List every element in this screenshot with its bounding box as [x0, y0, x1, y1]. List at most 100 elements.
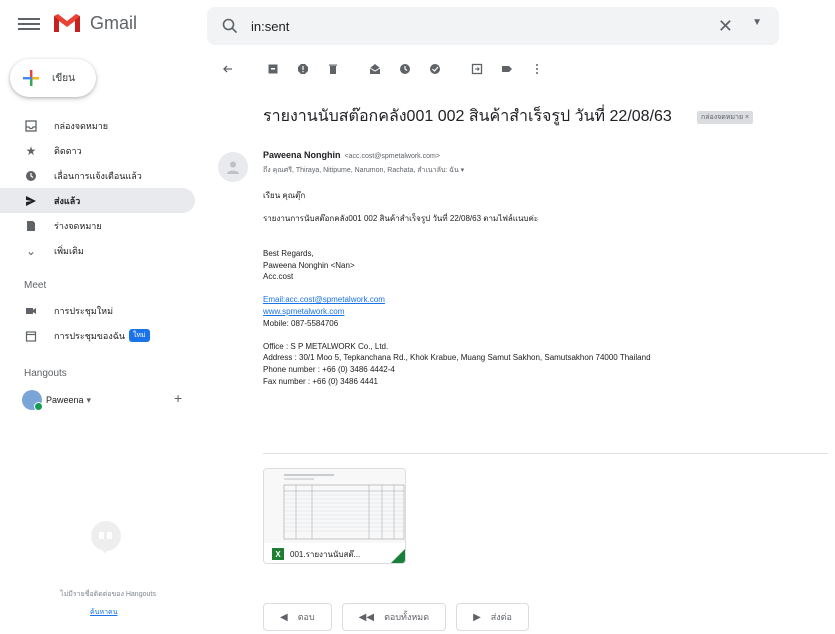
search-bar[interactable]: ✕ ▼ [207, 7, 779, 45]
meet-new-meeting[interactable]: การประชุมใหม่ [0, 298, 195, 323]
inbox-label-chip[interactable]: กล่องจดหมาย × [697, 111, 754, 124]
website-link[interactable]: www.spmetalwork.com [263, 307, 344, 316]
reply-all-label: ตอบทั้งหมด [384, 612, 430, 622]
meet-nav: การประชุมใหม่ การประชุมของฉัน ใหม่ [0, 298, 195, 348]
search-options-icon[interactable]: ▼ [752, 17, 762, 28]
sidebar-item-drafts[interactable]: ร่างจดหมาย [0, 213, 195, 238]
archive-icon[interactable] [265, 61, 281, 77]
sender-name: Paweena Nonghin [263, 150, 341, 160]
body-line [263, 236, 651, 248]
avatar [22, 390, 43, 411]
message-subject: รายงานนับสต๊อกคลัง001 002 สินค้าสำเร็จรู… [263, 108, 672, 125]
sender-avatar[interactable] [218, 152, 248, 182]
draft-icon [24, 219, 38, 233]
meet-item-label: การประชุมใหม่ [54, 305, 114, 316]
send-icon [24, 194, 38, 208]
attachment-corner [391, 549, 405, 563]
body-line: Email:acc.cost@spmetalwork.com [263, 294, 651, 306]
attachment-preview [264, 469, 405, 543]
attachment-card[interactable]: X 001.รายงานนับสต๊... [263, 468, 406, 564]
sidebar-item-starred[interactable]: ★ ติดดาว [0, 138, 195, 163]
new-badge: ใหม่ [129, 329, 150, 342]
plus-icon [23, 70, 39, 86]
forward-icon: ▶ [473, 611, 481, 623]
hangouts-user-name: Paweena [46, 395, 84, 405]
app-name: Gmail [90, 12, 138, 33]
sidebar-item-inbox[interactable]: กล่องจดหมาย [0, 113, 195, 138]
add-to-tasks-icon[interactable] [427, 61, 443, 77]
body-line: เรียน คุณตุ๊ก [263, 191, 306, 200]
inbox-icon [24, 119, 38, 133]
sidebar-item-label: ส่งแล้ว [54, 195, 81, 206]
label-icon[interactable] [499, 61, 515, 77]
hangouts-bubble-icon [91, 521, 121, 554]
body-line: Fax number : +66 (0) 3486 4441 [263, 376, 378, 386]
sender-email: <acc.cost@spmetalwork.com> [344, 153, 440, 160]
body-line [263, 225, 651, 237]
sidebar-item-label: ติดดาว [54, 145, 82, 156]
body-line: รายงานการนับสต๊อกคลัง001 002 สินค้าสำเร็… [263, 214, 539, 224]
reply-all-button[interactable]: ◀◀ ตอบทั้งหมด [341, 603, 447, 631]
forward-button[interactable]: ▶ ส่งต่อ [456, 603, 529, 631]
meet-my-meetings[interactable]: การประชุมของฉัน ใหม่ [0, 323, 195, 348]
back-arrow-icon[interactable] [220, 61, 236, 77]
compose-button[interactable]: เขียน [10, 59, 96, 97]
sidebar-item-label: ร่างจดหมาย [54, 220, 102, 231]
hangouts-user[interactable]: Paweena ▾ [22, 390, 92, 411]
mark-unread-icon[interactable] [367, 61, 383, 77]
report-spam-icon[interactable] [295, 61, 311, 77]
clock-icon [24, 169, 38, 183]
main-menu-icon[interactable] [18, 15, 40, 37]
message-body: เรียน คุณตุ๊ก รายงานการนับสต๊อกคลัง001 0… [263, 190, 651, 387]
email-link[interactable]: Email:acc.cost@spmetalwork.com [263, 295, 385, 304]
sidebar-item-label: กล่องจดหมาย [54, 120, 109, 131]
message-actions: ◀ ตอบ ◀◀ ตอบทั้งหมด ▶ ส่งต่อ [263, 603, 539, 631]
star-icon: ★ [25, 143, 37, 158]
excel-file-icon: X [272, 548, 284, 560]
reply-all-icon: ◀◀ [358, 611, 375, 623]
divider [263, 453, 828, 454]
reply-label: ตอบ [297, 612, 315, 622]
body-line: www.spmetalwork.com [263, 306, 651, 318]
meet-section-title: Meet [24, 280, 47, 291]
sidebar-item-label: เลื่อนการแจ้งเตือนแล้ว [54, 170, 142, 181]
gmail-logo[interactable]: Gmail [52, 12, 137, 34]
snooze-icon[interactable] [397, 61, 413, 77]
hangouts-empty-text: ไม่มีรายชื่อติดต่อของ Hangouts [60, 591, 156, 598]
body-line [263, 329, 651, 341]
body-line: Best Regards, [263, 248, 314, 258]
body-line: Acc.cost [263, 272, 294, 282]
attachment-footer: X 001.รายงานนับสต๊... [264, 543, 405, 563]
sidebar-item-label: เพิ่มเติม [54, 245, 84, 256]
sidebar-item-sent[interactable]: ส่งแล้ว [0, 188, 195, 213]
body-line [263, 283, 651, 295]
gmail-m-icon [54, 14, 80, 32]
compose-label: เขียน [52, 72, 75, 84]
gmail-window: Gmail ✕ ▼ เขียน กล่องจดหมาย [0, 0, 835, 634]
chevron-down-icon[interactable]: ▾ [87, 395, 92, 406]
sender-info: Paweena Nonghin <acc.cost@spmetalwork.com… [263, 150, 440, 160]
body-line: Mobile: 087-5584706 [263, 318, 339, 328]
delete-icon[interactable] [325, 61, 341, 77]
search-icon[interactable] [221, 17, 239, 35]
reply-icon: ◀ [280, 611, 288, 623]
attachment-name: 001.รายงานนับสต๊... [290, 549, 361, 559]
video-icon [24, 304, 38, 318]
reply-button[interactable]: ◀ ตอบ [263, 603, 332, 631]
body-line: Paweena Nonghin <Nan> [263, 260, 355, 270]
find-people-link[interactable]: ค้นหาคน [90, 607, 117, 618]
sidebar-item-more[interactable]: ⌄ เพิ่มเติม [0, 238, 195, 263]
add-contact-icon[interactable]: + [174, 390, 182, 406]
chevron-down-icon: ⌄ [25, 243, 37, 258]
recipients-line[interactable]: ถึง คุณศรี, Thiraya, Nitipume, Narumon, … [263, 165, 464, 176]
body-line: Office : S P METALWORK Co., Ltd. [263, 341, 389, 351]
message-toolbar [215, 56, 545, 82]
move-to-icon[interactable] [469, 61, 485, 77]
more-options-icon[interactable] [529, 61, 545, 77]
sidebar-item-snoozed[interactable]: เลื่อนการแจ้งเตือนแล้ว [0, 163, 195, 188]
clear-search-icon[interactable]: ✕ [718, 16, 733, 37]
top-bar: Gmail ✕ ▼ [0, 0, 835, 52]
search-input[interactable] [251, 18, 671, 34]
hangouts-section-title: Hangouts [24, 368, 67, 379]
body-line: Address : 30/1 Moo 5, Tepkanchana Rd., K… [263, 353, 651, 363]
